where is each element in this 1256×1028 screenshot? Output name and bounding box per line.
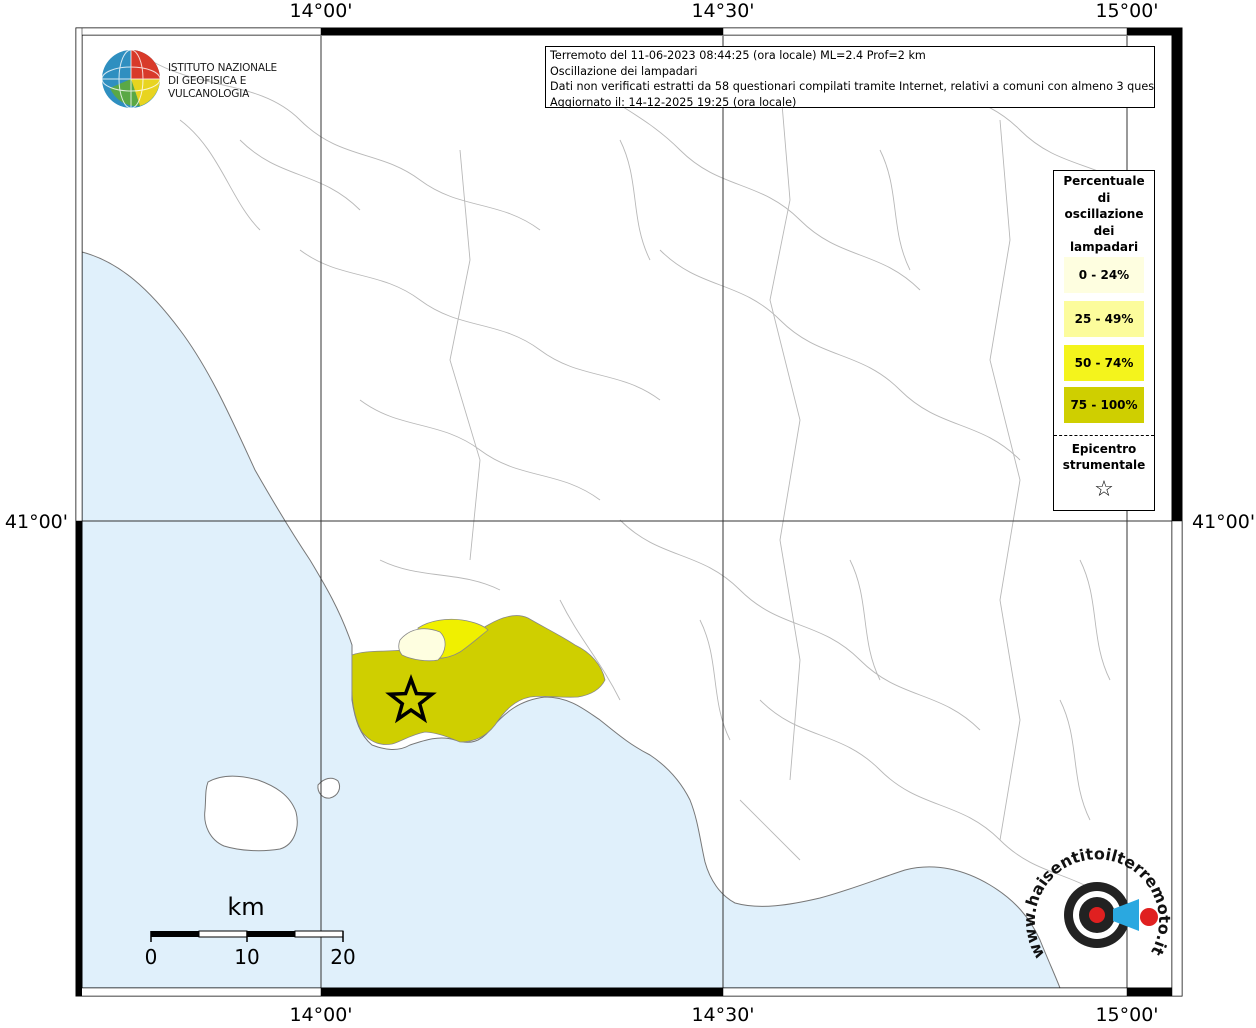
right-label: 41°00' bbox=[1192, 511, 1255, 533]
legend-epicenter-line: Epicentro bbox=[1071, 442, 1137, 456]
legend-item-0-24: 0 - 24% bbox=[1064, 257, 1144, 293]
top-label-1: 14°00' bbox=[289, 0, 352, 22]
scale-tick-0: 0 bbox=[145, 945, 158, 969]
legend-epicenter-label: Epicentro strumentale bbox=[1054, 441, 1154, 473]
star-icon: ☆ bbox=[1094, 477, 1114, 502]
legend-item-label: 50 - 74% bbox=[1074, 356, 1134, 370]
ingv-line2: DI GEOFISICA E VULCANOLOGIA bbox=[168, 75, 250, 100]
legend: Percentuale di oscillazione dei lampadar… bbox=[1053, 170, 1155, 511]
legend-item-label: 75 - 100% bbox=[1070, 398, 1138, 412]
ingv-logo: ISTITUTO NAZIONALE DI GEOFISICA E VULCAN… bbox=[100, 48, 320, 110]
globe-icon bbox=[101, 49, 161, 109]
legend-item-50-74: 50 - 74% bbox=[1064, 345, 1144, 381]
legend-epicenter-line: strumentale bbox=[1062, 458, 1146, 472]
legend-title: Percentuale di oscillazione dei lampadar… bbox=[1054, 173, 1154, 256]
legend-title-line: lampadari bbox=[1069, 240, 1139, 255]
event-info-box: Terremoto del 11-06-2023 08:44:25 (ora l… bbox=[545, 46, 1155, 108]
legend-title-line: Percentuale bbox=[1063, 174, 1145, 188]
ingv-line1: ISTITUTO NAZIONALE bbox=[168, 62, 277, 74]
legend-item-label: 25 - 49% bbox=[1074, 312, 1134, 326]
legend-title-line: dei bbox=[1093, 223, 1115, 238]
map-canvas: 14°00' 14°30' 15°00' 14°00' 14°30' 15°00… bbox=[5, 0, 1255, 1026]
legend-title-line: di bbox=[1097, 190, 1111, 205]
bottom-label-2: 14°30' bbox=[691, 1004, 754, 1024]
event-info-line3: Dati non verificati estratti da 58 quest… bbox=[550, 80, 1155, 93]
left-label: 41°00' bbox=[5, 511, 68, 533]
scale-tick-20: 20 bbox=[330, 945, 355, 969]
map: 14°00' 14°30' 15°00' 14°00' 14°30' 15°00… bbox=[0, 0, 1256, 1026]
bottom-label-1: 14°00' bbox=[289, 1004, 352, 1024]
legend-item-75-100: 75 - 100% bbox=[1064, 387, 1144, 423]
ingv-logo-text: ISTITUTO NAZIONALE DI GEOFISICA E VULCAN… bbox=[168, 62, 320, 101]
top-label-2: 14°30' bbox=[691, 0, 754, 22]
legend-separator bbox=[1054, 435, 1154, 436]
event-info-line2: Oscillazione dei lampadari bbox=[550, 64, 698, 78]
legend-item-25-49: 25 - 49% bbox=[1064, 301, 1144, 337]
scale-unit: km bbox=[227, 893, 264, 921]
event-info-line4: Aggiornato il: 14-12-2025 19:25 (ora loc… bbox=[550, 95, 797, 108]
top-label-3: 15°00' bbox=[1095, 0, 1158, 22]
event-info-line1: Terremoto del 11-06-2023 08:44:25 (ora l… bbox=[550, 49, 926, 62]
legend-title-line: oscillazione bbox=[1064, 207, 1144, 222]
scale-tick-10: 10 bbox=[234, 945, 259, 969]
bottom-label-3: 15°00' bbox=[1095, 1004, 1158, 1024]
legend-item-label: 0 - 24% bbox=[1078, 268, 1130, 282]
